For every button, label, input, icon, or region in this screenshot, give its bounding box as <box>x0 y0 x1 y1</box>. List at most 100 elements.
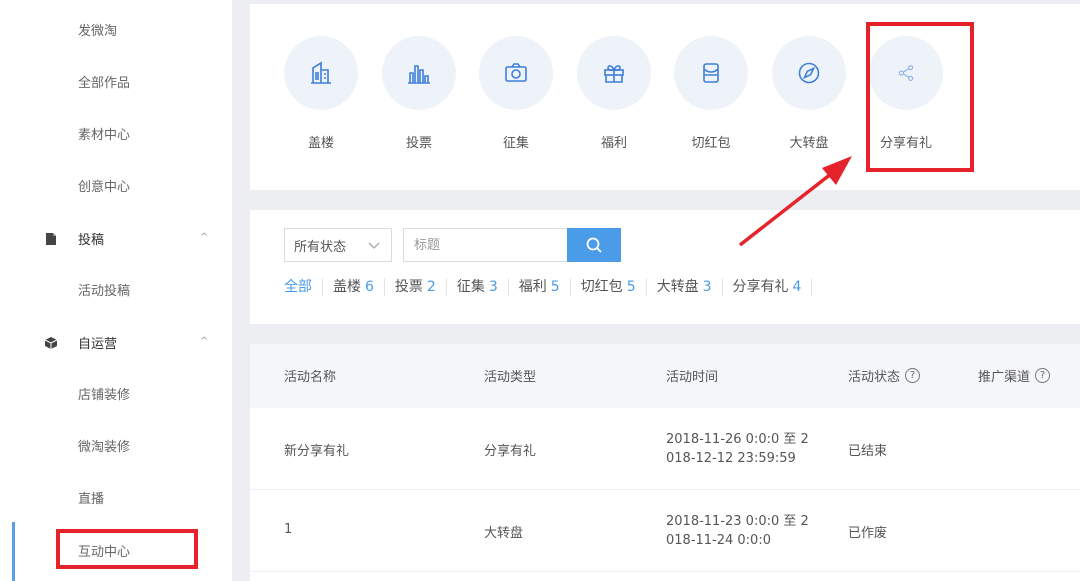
column-header-type: 活动类型 <box>484 366 536 385</box>
tab-label: 大转盘 <box>656 279 699 295</box>
sidebar-section-tougao[interactable]: 投稿 <box>44 229 104 248</box>
tab-count: 6 <box>365 279 374 295</box>
document-icon <box>44 232 58 246</box>
column-header-time: 活动时间 <box>666 366 718 385</box>
time-line: 018-11-24 0:0:0 <box>666 533 771 548</box>
cell-activity-name: 1 <box>284 522 293 537</box>
status-select[interactable]: 所有状态 <box>284 228 392 262</box>
tab-label: 征集 <box>456 279 485 295</box>
cell-activity-status: 已结束 <box>848 444 888 459</box>
cell-activity-type: 分享有礼 <box>484 444 537 459</box>
time-line: 2018-11-23 0:0:0 至 2 <box>666 514 809 529</box>
activity-type-qiehongbao[interactable]: 切红包 <box>673 36 749 151</box>
compass-icon <box>798 62 820 84</box>
activity-type-label: 盖楼 <box>307 136 334 151</box>
column-header-channel: 推广渠道? <box>978 366 1051 385</box>
tab-label: 福利 <box>518 279 547 295</box>
header-label: 活动类型 <box>484 370 537 385</box>
sidebar-item-material-center[interactable]: 素材中心 <box>78 124 130 143</box>
activity-type-label: 切红包 <box>691 136 731 151</box>
activity-type-label: 征集 <box>502 136 529 151</box>
camera-icon <box>505 63 527 82</box>
type-filter-tabs: 全部 盖楼 6 投票 2 征集 3 福利 5 切红包 5 大转盘 3 分享有礼 4 <box>284 278 813 296</box>
help-icon[interactable]: ? <box>905 368 921 383</box>
tab-count: 3 <box>702 279 712 295</box>
tab-label: 切红包 <box>580 279 623 295</box>
header-label: 活动状态 <box>848 370 901 385</box>
tab-fuli[interactable]: 福利 5 <box>509 278 571 296</box>
activity-type-label: 福利 <box>600 136 627 151</box>
collapse-caret-icon[interactable]: ^ <box>200 232 208 243</box>
sidebar-item-creative-center[interactable]: 创意中心 <box>78 176 130 195</box>
sidebar-item-all-works[interactable]: 全部作品 <box>78 72 130 91</box>
box-icon <box>44 336 58 350</box>
cell-activity-name: 新分享有礼 <box>284 444 350 459</box>
table-row[interactable]: 1 大转盘 2018-11-23 0:0:0 至 2 018-11-24 0:0… <box>250 490 1080 572</box>
status-select-value: 所有状态 <box>294 239 347 255</box>
icon-circle <box>479 36 553 110</box>
collapse-caret-icon[interactable]: ^ <box>200 336 208 347</box>
tab-all[interactable]: 全部 <box>284 278 323 296</box>
header-label: 推广渠道 <box>978 370 1031 385</box>
activity-type-gailou[interactable]: 盖楼 <box>283 36 359 151</box>
tab-zhengji[interactable]: 征集 3 <box>447 278 509 296</box>
search-button[interactable] <box>567 228 621 262</box>
cell-activity-type: 大转盘 <box>484 526 524 541</box>
activity-type-dazhuanpan[interactable]: 大转盘 <box>771 36 847 151</box>
icon-circle <box>577 36 651 110</box>
tab-fenxiangyouli[interactable]: 分享有礼 4 <box>723 278 813 296</box>
sidebar-item-live[interactable]: 直播 <box>78 488 104 507</box>
tab-label: 全部 <box>284 279 312 295</box>
cell-activity-status: 已作废 <box>848 526 888 541</box>
tab-qiehongbao[interactable]: 切红包 5 <box>571 278 647 296</box>
icon-circle <box>772 36 846 110</box>
search-icon <box>586 237 602 253</box>
activity-table: 活动名称 活动类型 活动时间 活动状态? 推广渠道? 新分享有礼 分享有礼 20… <box>250 344 1080 581</box>
tab-count: 2 <box>426 279 436 295</box>
icon-circle <box>674 36 748 110</box>
cell-activity-time: 2018-11-23 0:0:0 至 2 018-11-24 0:0:0 <box>666 512 809 550</box>
chevron-down-icon <box>368 242 380 249</box>
sidebar-section-label: 投稿 <box>78 233 105 248</box>
building-icon <box>311 61 331 84</box>
tab-count: 3 <box>488 279 498 295</box>
sidebar-item-store-decoration[interactable]: 店铺装修 <box>78 384 130 403</box>
cell-activity-time: 2018-11-26 0:0:0 至 2 018-12-12 23:59:59 <box>666 430 809 468</box>
activity-type-label: 大转盘 <box>789 136 829 151</box>
sidebar-section-label: 自运营 <box>78 337 118 352</box>
sidebar: 发微淘 全部作品 素材中心 创意中心 投稿 ^ 活动投稿 自运营 ^ 店铺装修 … <box>0 0 232 581</box>
tab-dazhuanpan[interactable]: 大转盘 3 <box>647 278 723 296</box>
sidebar-item-weitao-decoration[interactable]: 微淘装修 <box>78 436 130 455</box>
sidebar-item-activity-submission[interactable]: 活动投稿 <box>78 280 130 299</box>
column-header-name: 活动名称 <box>284 366 336 385</box>
activity-type-zhengji[interactable]: 征集 <box>478 36 554 151</box>
column-header-status: 活动状态? <box>848 366 921 385</box>
search-input[interactable] <box>403 228 567 262</box>
header-label: 活动时间 <box>666 370 719 385</box>
table-header: 活动名称 活动类型 活动时间 活动状态? 推广渠道? <box>250 344 1080 408</box>
activity-type-label: 投票 <box>405 136 432 151</box>
active-indicator <box>12 522 15 581</box>
tab-count: 5 <box>550 279 560 295</box>
tab-count: 4 <box>792 279 802 295</box>
tab-label: 投票 <box>394 279 423 295</box>
activity-type-fuli[interactable]: 福利 <box>576 36 652 151</box>
time-line: 2018-11-26 0:0:0 至 2 <box>666 432 809 447</box>
bar-chart-icon <box>408 65 430 84</box>
help-icon[interactable]: ? <box>1035 368 1051 383</box>
header-label: 活动名称 <box>284 370 337 385</box>
tab-label: 分享有礼 <box>732 279 789 295</box>
gift-icon <box>604 65 624 83</box>
tab-count: 5 <box>626 279 636 295</box>
tab-label: 盖楼 <box>333 279 361 295</box>
tab-toupiao[interactable]: 投票 2 <box>385 278 447 296</box>
time-line: 018-12-12 23:59:59 <box>666 451 796 466</box>
tab-gailou[interactable]: 盖楼 6 <box>323 278 385 296</box>
table-row[interactable]: 新分享有礼 分享有礼 2018-11-26 0:0:0 至 2 018-12-1… <box>250 408 1080 490</box>
activity-type-toupiao[interactable]: 投票 <box>381 36 457 151</box>
sidebar-section-ziyunying[interactable]: 自运营 <box>44 333 117 352</box>
highlight-box-interaction-center <box>56 529 198 569</box>
red-envelope-icon <box>703 63 719 83</box>
sidebar-item-weitao[interactable]: 发微淘 <box>78 20 117 39</box>
filter-panel: 所有状态 全部 盖楼6 投票2 征集3 福利5 切红包5 大转盘3 分享有礼4 <box>250 210 1080 324</box>
